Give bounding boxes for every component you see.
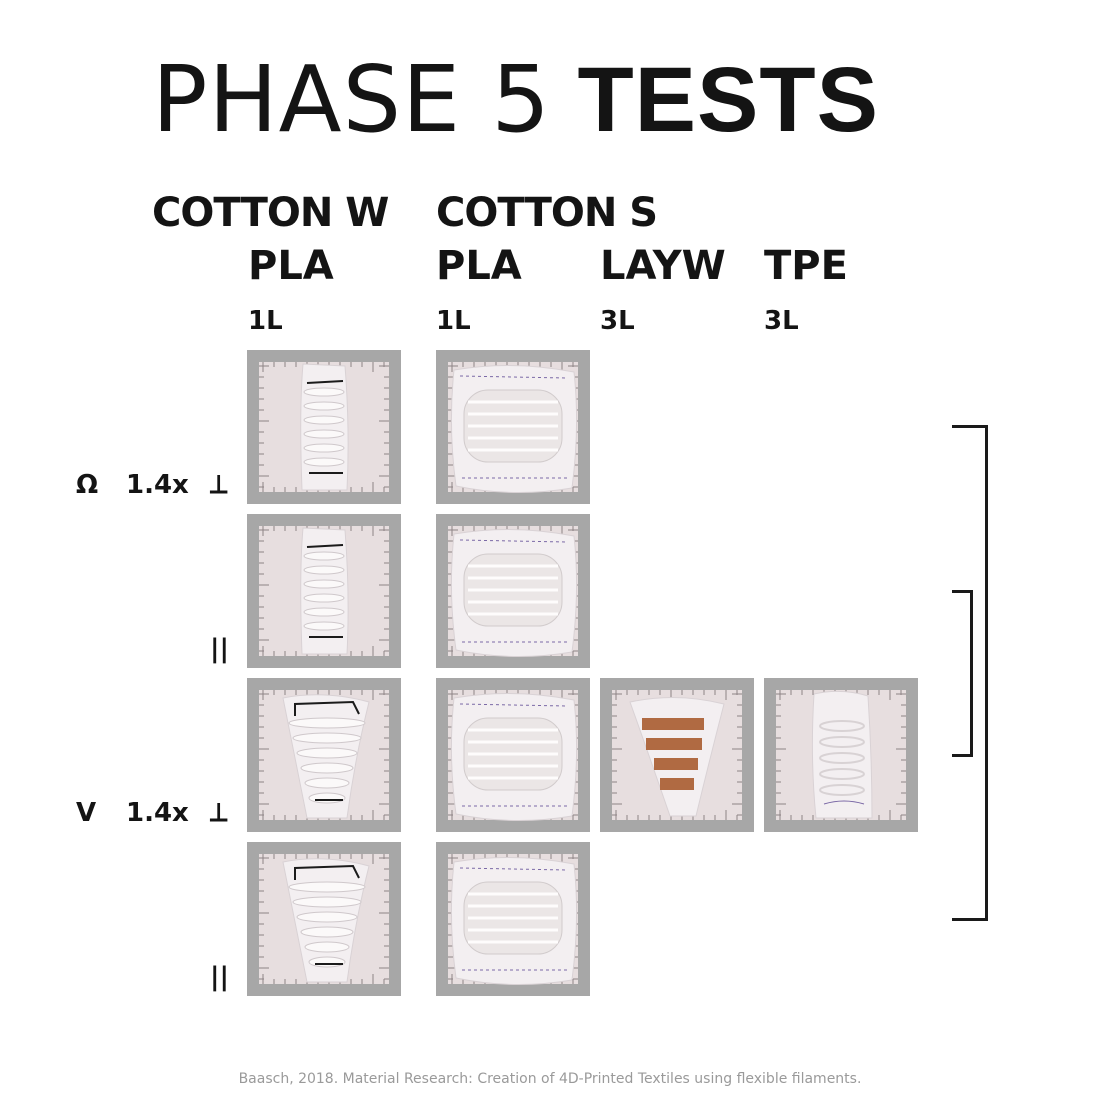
sample-photo-omega-perp-cotton-s-pla: [436, 350, 590, 504]
title-bold-part: TESTS: [577, 49, 879, 151]
group-bracket-inner: [952, 590, 973, 757]
column-material-layw: LAYW: [600, 243, 726, 289]
sample-photo-omega-parallel-cotton-s-pla: [436, 514, 590, 668]
sample-photo-v-parallel-cotton-s-pla: [436, 842, 590, 996]
column-layers-4: 3L: [764, 306, 799, 336]
row-v-parallel: ||: [210, 962, 229, 992]
row-v-symbol: V: [76, 798, 97, 828]
column-fabric-cotton-s: COTTON S: [436, 190, 658, 236]
column-material-pla-s: PLA: [436, 243, 522, 289]
sample-photo-omega-perp-cotton-w-pla: [247, 350, 401, 504]
column-material-pla-w: PLA: [248, 243, 334, 289]
column-fabric-cotton-w: COTTON W: [152, 190, 389, 236]
column-layers-3: 3L: [600, 306, 635, 336]
column-layers-2: 1L: [436, 306, 471, 336]
sample-photo-omega-parallel-cotton-w-pla: [247, 514, 401, 668]
row-v-perpendicular: ⟂: [210, 798, 228, 828]
sample-photo-v-parallel-cotton-w-pla: [247, 842, 401, 996]
column-layers-1: 1L: [248, 306, 283, 336]
row-omega-parallel: ||: [210, 634, 229, 664]
row-omega-scale: 1.4x: [126, 470, 189, 500]
sample-photo-v-perp-cotton-s-layw: [600, 678, 754, 832]
row-omega-perpendicular: ⟂: [210, 470, 228, 500]
title-light-part: PHASE 5: [152, 46, 551, 153]
citation-credit: Baasch, 2018. Material Research: Creatio…: [238, 1071, 862, 1087]
sample-photo-v-perp-cotton-w-pla: [247, 678, 401, 832]
sample-photo-v-perp-cotton-s-pla: [436, 678, 590, 832]
row-v-scale: 1.4x: [126, 798, 189, 828]
column-material-tpe: TPE: [764, 243, 848, 289]
page-title: PHASE 5 TESTS: [152, 49, 879, 151]
row-omega-symbol: Ω: [76, 470, 99, 500]
sample-photo-v-perp-cotton-s-tpe: [764, 678, 918, 832]
